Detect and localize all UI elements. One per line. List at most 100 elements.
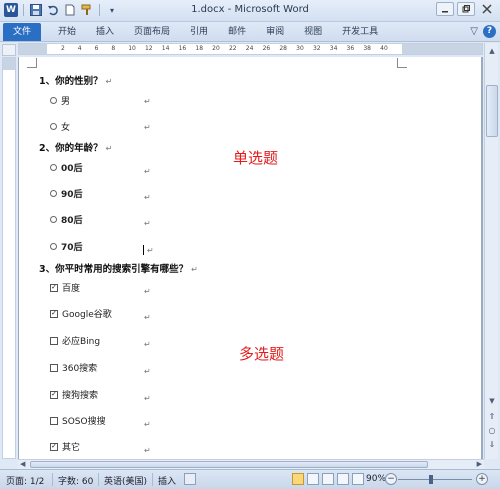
macro-record-icon[interactable]: [184, 473, 196, 485]
q1-option-female[interactable]: 女: [50, 120, 70, 133]
radio-icon[interactable]: [50, 216, 57, 223]
ruler-number: 22: [228, 45, 237, 52]
q2-option-80s[interactable]: 80后: [50, 213, 83, 226]
tab-file[interactable]: 文件: [3, 23, 41, 41]
tab-review[interactable]: 审阅: [256, 22, 294, 42]
q3-option-sogou[interactable]: ✓ 搜狗搜索: [50, 388, 98, 401]
checkbox-checked-icon[interactable]: ✓: [50, 390, 58, 399]
ruler-tab-selector[interactable]: [2, 44, 16, 56]
next-page-icon[interactable]: ⇓: [486, 439, 498, 451]
q1-option-male[interactable]: 男: [50, 94, 70, 107]
q3-option-google[interactable]: ✓ Google谷歌: [50, 307, 112, 320]
tab-insert[interactable]: 插入: [86, 22, 124, 42]
paragraph-mark: ↵: [144, 193, 151, 202]
zoom-slider-thumb[interactable]: [429, 475, 434, 484]
margin-corner-mark: [27, 58, 37, 68]
ruler-number: 24: [245, 45, 254, 52]
option-label: 90后: [61, 190, 83, 200]
expand-ribbon-icon[interactable]: ▽: [470, 26, 478, 37]
q2-option-70s[interactable]: 70后: [50, 240, 83, 253]
tab-developer[interactable]: 开发工具: [332, 22, 388, 42]
paragraph-mark: ↵: [105, 144, 113, 153]
minimize-button[interactable]: [436, 2, 454, 16]
restore-button[interactable]: [457, 2, 475, 16]
checkbox-checked-icon[interactable]: ✓: [50, 309, 58, 318]
scroll-right-icon[interactable]: ▶: [477, 460, 482, 468]
question-2-title: 2、你的年龄？ ↵: [39, 140, 112, 154]
window-title: 1.docx - Microsoft Word: [191, 4, 309, 15]
insert-mode-indicator[interactable]: 插入: [158, 474, 176, 487]
q3-option-soso[interactable]: SOSO搜搜: [50, 414, 106, 427]
scroll-left-icon[interactable]: ◀: [20, 460, 25, 468]
scroll-up-icon[interactable]: ▲: [486, 45, 498, 57]
q3-option-other[interactable]: ✓ 其它: [50, 440, 80, 453]
vertical-scroll-thumb[interactable]: [486, 85, 498, 137]
vertical-ruler-top-margin: [3, 58, 15, 70]
checkbox-unchecked-icon[interactable]: [50, 416, 58, 425]
radio-icon[interactable]: [50, 123, 57, 130]
horizontal-scroll-thumb[interactable]: [30, 461, 428, 468]
help-icon[interactable]: ?: [483, 25, 496, 38]
window-controls: [436, 2, 496, 16]
status-separator: [152, 473, 153, 486]
q3-option-baidu[interactable]: ✓ 百度: [50, 281, 80, 294]
checkbox-unchecked-icon[interactable]: [50, 336, 58, 345]
horizontal-ruler[interactable]: 2 4 6 8 10 12 14 16 18 20 22 24 26 28 30…: [18, 43, 483, 55]
ruler-number: 2: [61, 45, 65, 52]
paragraph-mark: ↵: [147, 246, 154, 255]
print-layout-view-icon[interactable]: [292, 473, 304, 485]
q3-option-360[interactable]: 360搜索: [50, 361, 97, 374]
horizontal-scrollbar[interactable]: ◀ ▶: [18, 459, 484, 469]
full-screen-reading-icon[interactable]: [307, 473, 319, 485]
q2-option-00s[interactable]: 00后: [50, 161, 83, 174]
zoom-level[interactable]: 90%: [366, 474, 386, 484]
tab-page-layout[interactable]: 页面布局: [124, 22, 180, 42]
tab-mailings[interactable]: 邮件: [218, 22, 256, 42]
scroll-down-icon[interactable]: ▼: [486, 395, 498, 407]
single-choice-annotation: 单选题: [233, 149, 279, 167]
paragraph-mark: ↵: [144, 123, 151, 132]
radio-icon[interactable]: [50, 164, 57, 171]
ruler-numbers: 2 4 6 8 10 12 14 16 18 20 22 24 26 28 30…: [61, 45, 397, 52]
radio-icon[interactable]: [50, 97, 57, 104]
zoom-in-icon[interactable]: +: [476, 473, 488, 485]
ruler-number: 8: [111, 45, 116, 52]
checkbox-unchecked-icon[interactable]: [50, 363, 58, 372]
zoom-out-icon[interactable]: −: [385, 473, 397, 485]
radio-icon[interactable]: [50, 190, 57, 197]
document-page[interactable]: 1、你的性别？ ↵ 男 ↵ 女 ↵ 2、你的年龄？ ↵ 00后 ↵ 90后 ↵ 80…: [19, 57, 481, 459]
page-count[interactable]: 页面: 1/2: [6, 474, 44, 487]
paragraph-mark: ↵: [191, 265, 198, 274]
zoom-slider-track[interactable]: [398, 479, 472, 480]
word-count[interactable]: 字数: 60: [58, 474, 93, 487]
web-layout-icon[interactable]: [322, 473, 334, 485]
radio-icon[interactable]: [50, 243, 57, 250]
margin-corner-mark: [397, 58, 407, 68]
select-browse-object-icon[interactable]: ○: [486, 425, 498, 437]
option-label: 男: [61, 97, 71, 107]
multi-choice-annotation: 多选题: [239, 345, 285, 363]
tab-view[interactable]: 视图: [294, 22, 332, 42]
q2-option-90s[interactable]: 90后: [50, 187, 83, 200]
previous-page-icon[interactable]: ⇑: [486, 411, 498, 423]
tab-references[interactable]: 引用: [180, 22, 218, 42]
question-1-text: 1、你的性别？: [39, 76, 103, 87]
close-button[interactable]: [478, 2, 496, 16]
title-bar: W ▾ 1.docx - Microsoft Word: [0, 0, 500, 22]
q3-option-bing[interactable]: 必应Bing: [50, 334, 100, 347]
draft-view-icon[interactable]: [352, 473, 364, 485]
paragraph-mark: ↵: [144, 394, 151, 403]
option-label: 80后: [61, 216, 83, 226]
option-label: 搜狗搜索: [62, 391, 99, 401]
ribbon-tab-bar: 文件 开始 插入 页面布局 引用 邮件 审阅 视图 开发工具 ▽ ?: [0, 22, 500, 42]
language-indicator[interactable]: 英语(美国): [104, 474, 147, 487]
checkbox-checked-icon[interactable]: ✓: [50, 283, 58, 292]
vertical-ruler[interactable]: [2, 57, 16, 459]
ruler-number: 32: [312, 45, 321, 52]
vertical-scrollbar[interactable]: ▲ ▼ ⇑ ○ ⇓: [484, 43, 498, 459]
ruler-number: 30: [296, 45, 304, 52]
checkbox-checked-icon[interactable]: ✓: [50, 442, 58, 451]
tab-home[interactable]: 开始: [48, 22, 86, 42]
document-area[interactable]: 1、你的性别？ ↵ 男 ↵ 女 ↵ 2、你的年龄？ ↵ 00后 ↵ 90后 ↵ 80…: [18, 57, 483, 459]
outline-view-icon[interactable]: [337, 473, 349, 485]
